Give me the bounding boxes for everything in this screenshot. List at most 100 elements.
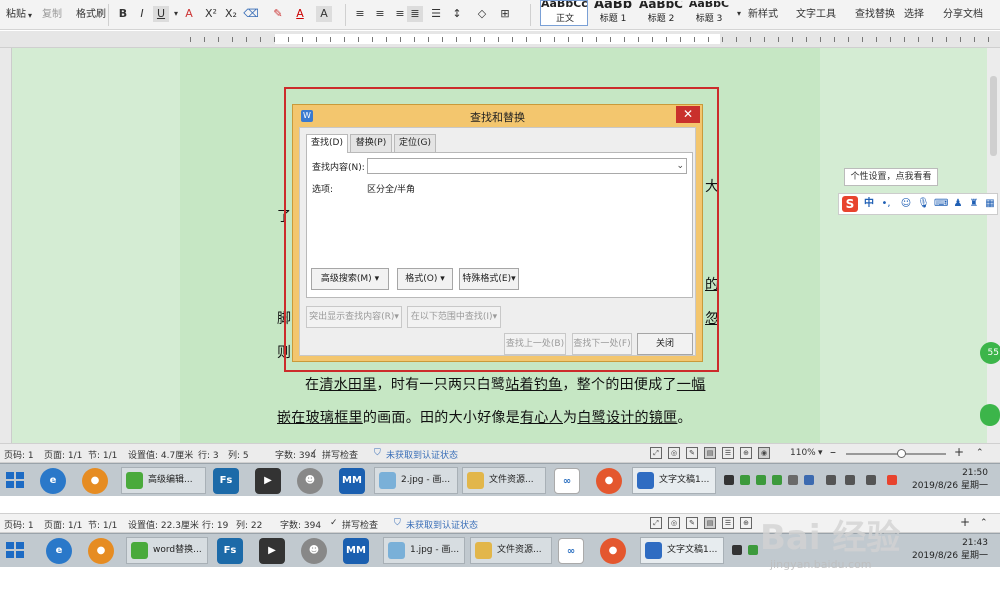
zoom-in-button[interactable]: + [954,445,964,459]
floating-widget-bubble[interactable]: 55 [980,342,1000,364]
browser-icon[interactable]: ● [88,538,114,564]
firefox-icon[interactable]: ● [600,538,626,564]
sogou-tray-icon[interactable] [887,475,897,485]
tray-icon[interactable] [756,475,766,485]
sogou-logo-icon[interactable]: S [842,196,858,212]
fs-app-icon[interactable]: Fs [213,468,239,494]
collapse-icon[interactable]: ⌃ [980,518,988,528]
browser-icon[interactable]: ● [82,468,108,494]
paste-button[interactable]: 粘贴 [6,7,26,23]
tray-icon[interactable] [748,545,758,555]
taskbar-window[interactable]: 文件资源... [462,467,546,494]
panda-app-icon[interactable]: ☻ [297,468,323,494]
find-next-button[interactable]: 查找下一处(F) [572,333,632,355]
taskbar-window[interactable]: 2.jpg - 画... [374,467,458,494]
tray-icon[interactable] [740,475,750,485]
distribute-icon[interactable]: ☰ [428,6,444,22]
spellcheck-icon[interactable]: ✓ [310,448,318,458]
status-words[interactable]: 字数: 394 [280,518,321,531]
paste-dropdown-icon[interactable]: ▾ [28,8,32,24]
zoom-slider[interactable] [846,449,946,458]
line-spacing-icon[interactable]: ↕ [449,6,465,22]
status-page[interactable]: 页码: 1 [4,518,34,531]
status-col[interactable]: 列: 5 [228,448,249,461]
ime-toolbar[interactable]: S 中 •, ☺ 🎙 ⌨ ♟ ♜ ▦ [838,193,998,215]
panda-app-icon[interactable]: ☻ [301,538,327,564]
web-view-icon[interactable]: ⊕ [740,517,752,529]
taskbar-window[interactable]: 1.jpg - 画... [383,537,465,564]
style-normal[interactable]: AaBbCcDd 正文 [540,0,588,26]
strikethrough-icon[interactable]: A [181,6,197,22]
border-icon[interactable]: ⊞ [497,6,513,22]
tab-replace[interactable]: 替换(P) [350,134,392,152]
status-page[interactable]: 页码: 1 [4,448,34,461]
skin-icon[interactable]: ♜ [968,197,980,211]
char-shading-icon[interactable]: A [316,6,332,22]
select-button[interactable]: 选择 [904,7,924,23]
ime-language-toggle[interactable]: 中 [863,197,875,211]
keyboard-icon[interactable]: ⌨ [934,197,948,211]
video-app-icon[interactable]: ▶ [255,468,281,494]
start-button[interactable] [6,542,24,558]
microphone-icon[interactable]: 🎙 [917,197,930,211]
justify-icon[interactable]: ≣ [407,6,423,22]
copy-button[interactable]: 复制 [42,7,62,23]
network-icon[interactable] [845,475,855,485]
status-spellcheck[interactable]: 拼写检查 [342,518,378,531]
start-button[interactable] [6,472,24,488]
align-center-icon[interactable]: ≡ [372,6,388,22]
advanced-search-button[interactable]: 高级搜索(M) ▾ [311,268,389,290]
superscript-icon[interactable]: X² [203,6,219,22]
zoom-dropdown-icon[interactable]: ▾ [818,448,823,458]
align-left-icon[interactable]: ≡ [352,6,368,22]
baidu-netdisk-icon[interactable]: ∞ [554,468,580,494]
status-auth[interactable]: 未获取到认证状态 [406,518,478,531]
dialog-titlebar[interactable]: W 查找和替换 ✕ [293,105,702,127]
tab-find[interactable]: 查找(D) [306,134,348,153]
clock[interactable]: 21:50 2019/8/26 星期一 [912,467,988,493]
styles-more-icon[interactable]: ▾ [731,6,747,22]
find-content-input[interactable]: ⌄ [367,158,687,174]
ime-punctuation-toggle[interactable]: •, [880,197,892,211]
status-col[interactable]: 列: 22 [236,518,262,531]
tray-icon[interactable] [804,475,814,485]
highlight-color-icon[interactable]: ✎ [270,6,286,22]
taskbar-window-active[interactable]: 文字文稿1... [632,467,716,494]
new-style-button[interactable]: 新样式 [748,7,778,23]
user-icon[interactable]: ♟ [952,197,964,211]
format-button[interactable]: 格式(O) ▾ [397,268,453,290]
tab-goto[interactable]: 定位(G) [394,134,436,152]
style-heading-3[interactable]: AaBbC 标题 3 [684,0,732,26]
spellcheck-icon[interactable]: ✓ [330,518,338,528]
ie-icon[interactable]: e [40,468,66,494]
status-auth[interactable]: 未获取到认证状态 [386,448,458,461]
bold-icon[interactable]: B [115,6,131,22]
focus-mode-icon[interactable]: ◎ [668,517,680,529]
fullscreen-icon[interactable]: ⤢ [650,447,662,459]
special-format-button[interactable]: 特殊格式(E)▾ [459,268,519,290]
ime-tray-icon[interactable] [866,475,876,485]
volume-icon[interactable] [826,475,836,485]
format-painter-button[interactable]: 格式刷 [76,7,106,23]
close-button[interactable]: 关闭 [637,333,693,355]
horizontal-ruler[interactable] [0,31,1000,48]
status-pages[interactable]: 页面: 1/1 [44,518,82,531]
taskbar-window[interactable]: word替换... [126,537,208,564]
firefox-icon[interactable]: ● [596,468,622,494]
shading-icon[interactable]: ◇ [474,6,490,22]
italic-icon[interactable]: I [134,6,150,22]
chevron-down-icon[interactable]: ⌄ [676,159,684,173]
taskbar-window-active[interactable]: 文字文稿1... [640,537,724,564]
collapse-icon[interactable]: ⌃ [976,448,984,458]
emoji-icon[interactable]: ☺ [900,197,912,211]
mm-app-icon[interactable]: MM [343,538,369,564]
ie-icon[interactable]: e [46,538,72,564]
eye-protection-icon[interactable]: ◉ [758,447,770,459]
status-pages[interactable]: 页面: 1/1 [44,448,82,461]
fullscreen-icon[interactable]: ⤢ [650,517,662,529]
clock[interactable]: 21:43 2019/8/26 星期一 [912,537,988,563]
status-setting[interactable]: 设置值: 4.7厘米 [128,448,193,461]
share-document-button[interactable]: 分享文档 [943,7,983,23]
video-app-icon[interactable]: ▶ [259,538,285,564]
style-heading-1[interactable]: AaBb 标题 1 [588,0,636,26]
